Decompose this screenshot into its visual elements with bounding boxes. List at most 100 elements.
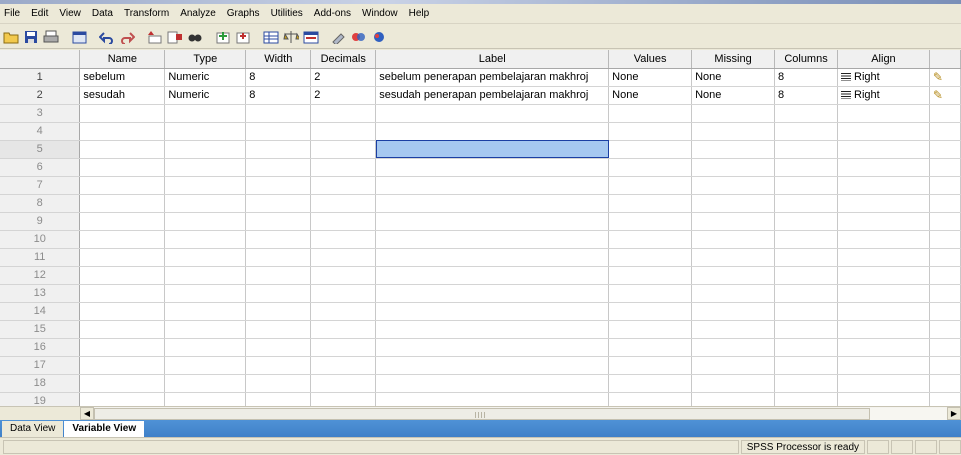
cell-width[interactable] xyxy=(245,338,312,357)
cell-columns[interactable] xyxy=(774,140,838,159)
cell-missing[interactable] xyxy=(691,338,776,357)
cell-label[interactable] xyxy=(375,266,610,285)
cell-type[interactable] xyxy=(164,302,247,321)
cell-align[interactable] xyxy=(837,266,930,285)
column-header-columns[interactable]: Columns xyxy=(774,50,838,69)
cell-decimals[interactable] xyxy=(310,158,377,177)
cell-name[interactable] xyxy=(79,194,166,213)
cell-measure[interactable] xyxy=(929,356,961,375)
cell-measure[interactable] xyxy=(929,248,961,267)
cell-width[interactable] xyxy=(245,140,312,159)
cell-measure[interactable] xyxy=(929,194,961,213)
cell-label[interactable] xyxy=(375,104,610,123)
row-number[interactable]: 15 xyxy=(0,320,81,339)
cell-width[interactable] xyxy=(245,284,312,303)
row-number[interactable]: 6 xyxy=(0,158,81,177)
cell-decimals[interactable] xyxy=(310,392,377,406)
tab-data-view[interactable]: Data View xyxy=(2,421,64,437)
insert-case-icon[interactable] xyxy=(214,28,232,46)
row-number[interactable]: 2 xyxy=(0,86,81,105)
cell-columns[interactable] xyxy=(774,248,838,267)
row-number[interactable]: 10 xyxy=(0,230,81,249)
cell-decimals[interactable] xyxy=(310,230,377,249)
cell-label[interactable] xyxy=(375,176,610,195)
cell-label[interactable] xyxy=(375,356,610,375)
redo-icon[interactable] xyxy=(118,28,136,46)
cell-name[interactable] xyxy=(79,158,166,177)
cell-columns[interactable] xyxy=(774,212,838,231)
save-icon[interactable] xyxy=(22,28,40,46)
cell-columns[interactable] xyxy=(774,122,838,141)
cell-missing[interactable] xyxy=(691,356,776,375)
print-icon[interactable] xyxy=(42,28,60,46)
cell-name[interactable] xyxy=(79,338,166,357)
cell-values[interactable] xyxy=(608,266,693,285)
menu-window[interactable]: Window xyxy=(362,8,398,19)
cell-align[interactable] xyxy=(837,158,930,177)
undo-icon[interactable] xyxy=(98,28,116,46)
cell-values[interactable] xyxy=(608,140,693,159)
cell-measure[interactable]: ✎ xyxy=(929,86,961,105)
cell-type[interactable] xyxy=(164,176,247,195)
row-number[interactable]: 17 xyxy=(0,356,81,375)
cell-label[interactable] xyxy=(375,374,610,393)
cell-decimals[interactable]: 2 xyxy=(310,68,377,87)
cell-values[interactable] xyxy=(608,392,693,406)
row-number[interactable]: 11 xyxy=(0,248,81,267)
cell-missing[interactable] xyxy=(691,374,776,393)
cell-name[interactable] xyxy=(79,392,166,406)
menu-utilities[interactable]: Utilities xyxy=(271,8,303,19)
cell-values[interactable] xyxy=(608,302,693,321)
cell-align[interactable] xyxy=(837,338,930,357)
cell-measure[interactable]: ✎ xyxy=(929,68,961,87)
cell-decimals[interactable] xyxy=(310,212,377,231)
cell-name[interactable] xyxy=(79,122,166,141)
cell-measure[interactable] xyxy=(929,158,961,177)
cell-values[interactable] xyxy=(608,284,693,303)
cell-measure[interactable] xyxy=(929,392,961,406)
cell-type[interactable] xyxy=(164,374,247,393)
cell-decimals[interactable] xyxy=(310,284,377,303)
insert-variable-icon[interactable] xyxy=(234,28,252,46)
cell-values[interactable] xyxy=(608,356,693,375)
variables-icon[interactable] xyxy=(166,28,184,46)
cell-type[interactable]: Numeric xyxy=(164,68,247,87)
cell-decimals[interactable] xyxy=(310,248,377,267)
cell-missing[interactable] xyxy=(691,176,776,195)
row-number[interactable]: 8 xyxy=(0,194,81,213)
goto-case-icon[interactable] xyxy=(146,28,164,46)
cell-label[interactable]: sebelum penerapan pembelajaran makhroj xyxy=(375,68,610,87)
cell-missing[interactable] xyxy=(691,158,776,177)
cell-label[interactable] xyxy=(375,122,610,141)
cell-label[interactable] xyxy=(375,248,610,267)
open-folder-icon[interactable] xyxy=(2,28,20,46)
cell-decimals[interactable] xyxy=(310,266,377,285)
menu-file[interactable]: File xyxy=(4,8,20,19)
row-number[interactable]: 7 xyxy=(0,176,81,195)
cell-align[interactable] xyxy=(837,176,930,195)
cell-label[interactable] xyxy=(375,392,610,406)
row-number[interactable]: 5 xyxy=(0,140,81,159)
cell-values[interactable] xyxy=(608,374,693,393)
cell-name[interactable] xyxy=(79,140,166,159)
cell-name[interactable]: sebelum xyxy=(79,68,166,87)
cell-align[interactable] xyxy=(837,212,930,231)
cell-type[interactable] xyxy=(164,158,247,177)
cell-label[interactable] xyxy=(375,302,610,321)
cell-columns[interactable] xyxy=(774,356,838,375)
cell-align[interactable] xyxy=(837,302,930,321)
cell-values[interactable]: None xyxy=(608,86,693,105)
row-number[interactable]: 14 xyxy=(0,302,81,321)
cell-name[interactable] xyxy=(79,356,166,375)
cell-missing[interactable] xyxy=(691,104,776,123)
row-number[interactable]: 1 xyxy=(0,68,81,87)
cell-measure[interactable] xyxy=(929,230,961,249)
cell-width[interactable] xyxy=(245,374,312,393)
cell-values[interactable] xyxy=(608,104,693,123)
cell-align[interactable]: Right xyxy=(837,86,930,105)
row-number[interactable]: 9 xyxy=(0,212,81,231)
cell-name[interactable]: sesudah xyxy=(79,86,166,105)
cell-missing[interactable] xyxy=(691,320,776,339)
cell-columns[interactable]: 8 xyxy=(774,68,838,87)
cell-align[interactable] xyxy=(837,248,930,267)
